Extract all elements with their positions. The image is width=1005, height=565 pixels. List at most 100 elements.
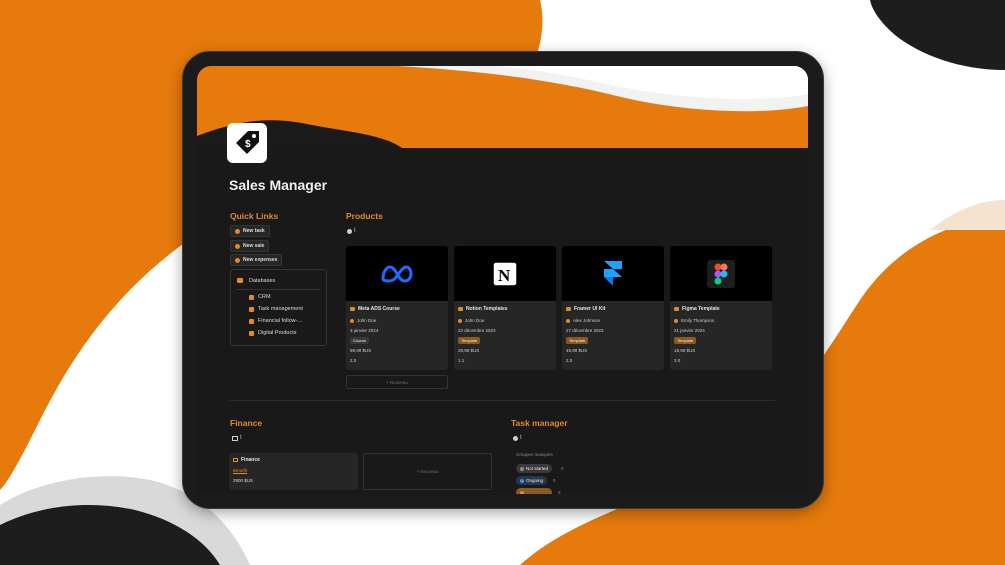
finance-benefit-link[interactable]: Benefit	[233, 468, 247, 473]
coin-icon	[235, 257, 240, 263]
svg-text:$: $	[245, 139, 251, 150]
box-icon	[249, 330, 254, 336]
finance-card-name: Finance	[241, 457, 260, 463]
money-icon	[232, 435, 238, 441]
databases-title: Databases	[249, 278, 276, 284]
cloud-icon	[249, 306, 254, 312]
finance-card-title: Finance	[233, 457, 260, 463]
product-card[interactable]: Figma Template Emily Thompson 21 janvier…	[670, 246, 772, 370]
card-author-text: Emily Thompson	[681, 318, 715, 323]
task-icon	[235, 228, 240, 234]
product-card[interactable]: Meta ADS Course John Doe 3 janvier 2024 …	[346, 246, 448, 370]
status-not-started[interactable]: Not started	[516, 464, 553, 473]
tag-icon	[235, 243, 240, 249]
status-dot	[520, 478, 524, 483]
finance-new-button[interactable]: + Nouveau	[363, 453, 492, 490]
database-item-crm[interactable]: CRM	[249, 294, 271, 300]
card-author-text: John Doe	[357, 318, 377, 323]
money-icon	[249, 318, 254, 324]
box-icon	[458, 307, 463, 311]
card-rating: 1.1	[458, 358, 465, 363]
card-price: 29,99 $US	[458, 348, 480, 353]
globe-icon	[347, 228, 352, 234]
card-date: 27 décembre 2023	[566, 328, 604, 333]
product-card[interactable]: Framer UI Kit Alex Johnson 27 décembre 2…	[562, 246, 664, 370]
card-price: 19,99 $US	[674, 348, 696, 353]
headset-icon	[249, 294, 254, 300]
card-date: 3 janvier 2024	[350, 328, 379, 333]
person-icon	[674, 318, 678, 323]
card-price: 99,99 $US	[350, 348, 372, 353]
card-author: John Doe	[458, 318, 484, 323]
status-count: 0	[561, 466, 564, 471]
card-author: Alex Johnson	[566, 318, 600, 323]
task-manager-title: Task manager	[511, 418, 568, 428]
status-dot	[520, 466, 524, 471]
product-card[interactable]: N Notion Templates John Doe 22 décembre …	[454, 246, 556, 370]
card-name-text: Notion Templates	[466, 306, 508, 312]
new-task-label: New task	[243, 228, 265, 234]
card-name-text: Figma Template	[682, 306, 720, 312]
person-icon	[458, 318, 462, 323]
meta-logo-icon	[346, 246, 448, 301]
new-expenses-button[interactable]: New expenses	[230, 254, 283, 266]
products-title: Products	[346, 211, 383, 221]
view-label: I	[240, 435, 242, 441]
price-tag-icon[interactable]: $	[227, 123, 267, 163]
svg-text:N: N	[498, 266, 511, 285]
database-item-label: Digital Products	[258, 330, 297, 336]
notion-logo-icon: N	[454, 246, 556, 301]
status-count: 0	[558, 490, 561, 494]
box-icon	[350, 307, 355, 311]
status-done[interactable]	[516, 488, 552, 494]
card-tag: Template	[674, 337, 697, 344]
card-tag: Course	[350, 337, 369, 344]
view-label: I	[520, 435, 522, 441]
card-date: 22 décembre 2023	[458, 328, 496, 333]
status-label: Not started	[526, 466, 549, 471]
databases-divider	[237, 289, 320, 290]
finance-title: Finance	[230, 418, 263, 428]
card-author-text: Alex Johnson	[573, 318, 601, 323]
finance-card[interactable]: Finance Benefit 2900 $US	[229, 453, 358, 490]
card-title: Figma Template	[674, 306, 720, 312]
status-ongoing[interactable]: Ongoing	[516, 476, 548, 485]
database-item-financial-follow[interactable]: Financial follow-...	[249, 318, 302, 324]
card-author-text: John Doe	[465, 318, 485, 323]
database-item-task-management[interactable]: Task management	[249, 306, 303, 312]
database-item-label: CRM	[258, 294, 271, 300]
new-expenses-label: New expenses	[243, 257, 278, 263]
finance-value: 2900 $US	[233, 478, 254, 483]
card-name-text: Meta ADS Course	[358, 306, 400, 312]
task-manager-view-tab[interactable]: I	[513, 435, 522, 441]
products-view-tab[interactable]: I	[347, 228, 356, 234]
card-rating: 2.0	[350, 358, 357, 363]
new-task-button[interactable]: New task	[230, 225, 270, 237]
card-rating: 3.0	[674, 358, 681, 363]
framer-logo-icon	[562, 246, 664, 301]
card-rating: 2.0	[566, 358, 573, 363]
new-sale-button[interactable]: New sale	[230, 240, 270, 252]
products-new-button[interactable]: + Nouveau	[346, 375, 448, 389]
new-sale-label: New sale	[243, 243, 265, 249]
database-icon	[237, 278, 243, 283]
person-icon	[350, 318, 354, 323]
finance-view-tab[interactable]: I	[232, 435, 242, 441]
view-label: I	[354, 228, 356, 234]
page-cover	[197, 66, 808, 148]
card-price: 49,99 $US	[566, 348, 588, 353]
card-author: John Doe	[350, 318, 376, 323]
card-tag: Template	[566, 337, 589, 344]
database-item-digital-products[interactable]: Digital Products	[249, 330, 297, 336]
card-title: Notion Templates	[458, 306, 508, 312]
section-divider	[229, 400, 775, 401]
card-date: 21 janvier 2024	[674, 328, 705, 333]
status-label: Ongoing	[526, 478, 544, 483]
card-title: Meta ADS Course	[350, 306, 400, 312]
card-tag: Template	[458, 337, 481, 344]
card-title: Framer UI Kit	[566, 306, 605, 312]
databases-panel: Databases CRM Task management Financial …	[230, 269, 327, 346]
page-title: Sales Manager	[229, 177, 328, 193]
card-author: Emily Thompson	[674, 318, 714, 323]
status-count: 0	[553, 478, 556, 483]
